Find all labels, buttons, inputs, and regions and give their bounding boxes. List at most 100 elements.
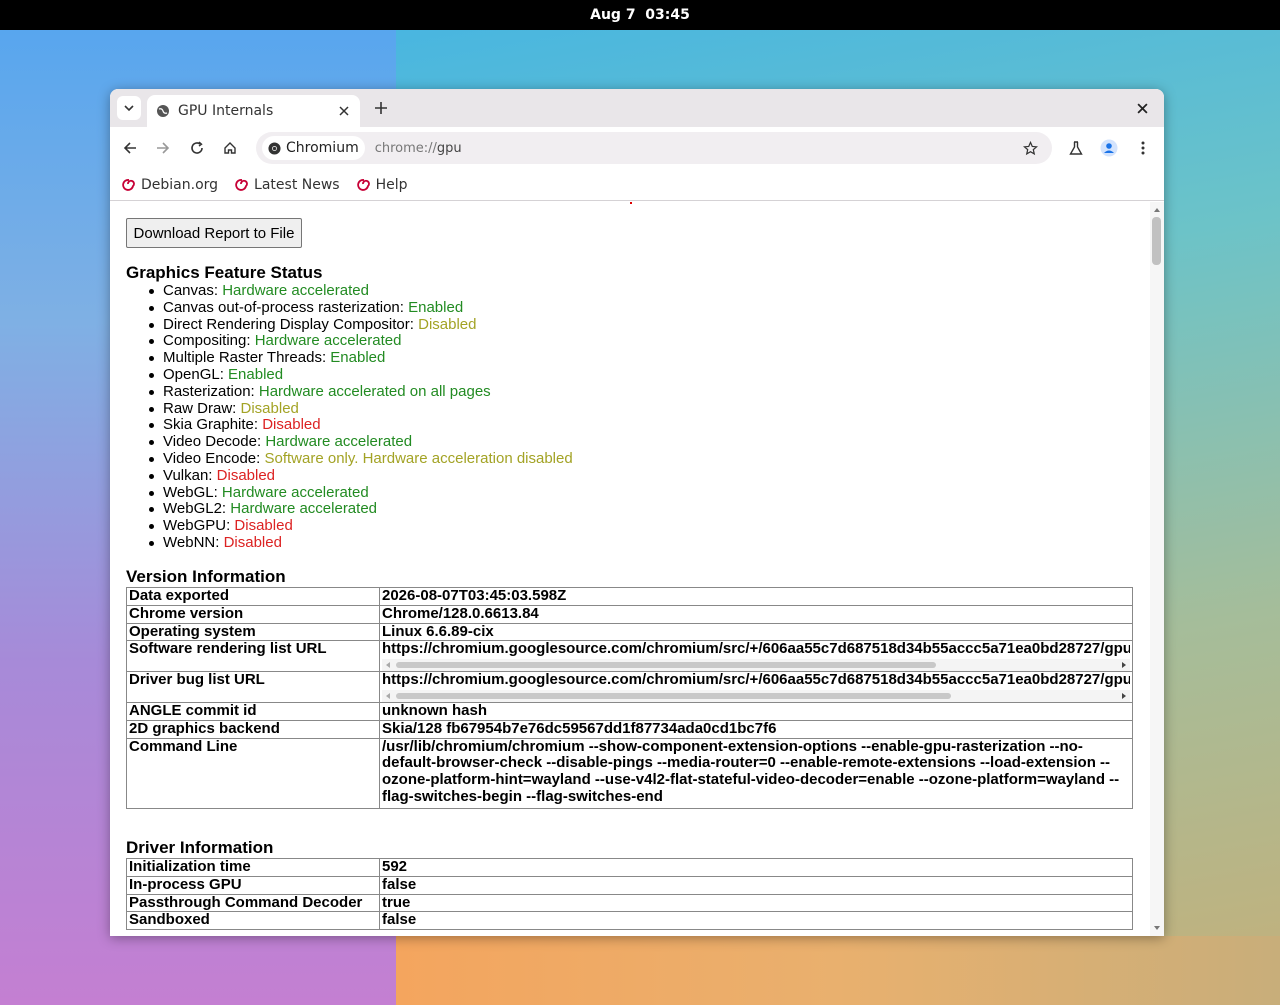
feature-item: Vulkan: Disabled [149, 466, 573, 485]
feature-name: Compositing: [163, 332, 255, 350]
page-content[interactable]: Download Report to File Graphics Feature… [110, 202, 1164, 936]
download-report-button[interactable]: Download Report to File [126, 218, 302, 248]
row-value-scrollable: https://chromium.googlesource.com/chromi… [379, 640, 1133, 673]
scroll-down-arrow-icon[interactable] [1150, 923, 1164, 933]
feature-name: Video Decode: [163, 433, 266, 451]
table-row: Driver bug list URL https://chromium.goo… [126, 671, 1133, 703]
row-key: Software rendering list URL [126, 640, 380, 673]
window-close-button[interactable] [1134, 100, 1150, 116]
scroll-left-arrow-icon[interactable] [384, 661, 392, 669]
scroll-right-arrow-icon[interactable] [1120, 692, 1128, 700]
url-text[interactable]: chrome://gpu [375, 141, 1020, 156]
labs-button[interactable] [1065, 137, 1087, 159]
feature-status-heading: Graphics Feature Status [126, 263, 323, 282]
bookmark-latest-news[interactable]: Latest News [234, 177, 340, 193]
feature-name: Vulkan: [163, 466, 217, 484]
feature-name: WebGPU: [163, 517, 235, 535]
url-path: gpu [436, 140, 462, 156]
debian-swirl-icon [122, 178, 135, 191]
row-value: https://chromium.googlesource.com/chromi… [382, 672, 1130, 689]
scrollbar-thumb[interactable] [396, 662, 936, 669]
omnibox[interactable]: Chromium chrome://gpu [256, 132, 1052, 164]
clock[interactable]: Aug 7 03:45 [590, 7, 690, 23]
tab-search-button[interactable] [117, 96, 141, 120]
scroll-up-arrow-icon[interactable] [1150, 205, 1164, 215]
globe-icon [157, 105, 169, 117]
menu-button[interactable] [1132, 137, 1154, 159]
home-button[interactable] [219, 137, 241, 159]
bookmark-star-button[interactable] [1020, 138, 1040, 158]
profile-button[interactable] [1098, 137, 1120, 159]
table-row: Software rendering list URL https://chro… [126, 640, 1133, 673]
row-key: Chrome version [126, 604, 380, 624]
horizontal-scrollbar[interactable] [382, 659, 1130, 671]
feature-status: Enabled [228, 365, 284, 383]
feature-item: Rasterization: Hardware accelerated on a… [149, 382, 573, 401]
scroll-left-arrow-icon[interactable] [384, 692, 392, 700]
system-top-bar: Aug 7 03:45 [0, 0, 1280, 30]
feature-status: Hardware accelerated on all pages [258, 382, 491, 400]
table-row: ANGLE commit id unknown hash [126, 701, 1133, 721]
avatar-icon [1100, 139, 1118, 157]
row-key: Passthrough Command Decoder [126, 893, 380, 913]
row-key: Operating system [126, 622, 380, 642]
new-tab-button[interactable] [372, 99, 390, 117]
feature-name: Skia Graphite: [163, 416, 263, 434]
feature-name: Multiple Raster Threads: [163, 349, 331, 367]
feature-status: Disabled [418, 315, 477, 333]
row-key: Sandboxed [126, 911, 380, 931]
desktop-background-bottom [396, 936, 1280, 1005]
feature-name: Direct Rendering Display Compositor: [163, 315, 419, 333]
row-value: Linux 6.6.89-cix [379, 622, 1133, 642]
feature-item: Canvas: Hardware accelerated [149, 282, 573, 300]
version-info-table: Data exported 2026-08-07T03:45:03.598Z Ch… [126, 587, 1133, 809]
feature-item: Raw Draw: Disabled [149, 400, 573, 418]
bookmark-label: Latest News [254, 176, 340, 193]
back-button[interactable] [119, 137, 141, 159]
horizontal-scrollbar[interactable] [382, 689, 1130, 702]
feature-name: OpenGL: [163, 365, 229, 383]
row-value: 592 [379, 858, 1133, 877]
feature-status: Hardware accelerated [222, 282, 369, 299]
feature-item: Canvas out-of-process rasterization: Ena… [149, 298, 573, 317]
bookmark-help[interactable]: Help [356, 177, 408, 193]
close-icon [339, 106, 349, 116]
site-info-chip[interactable]: Chromium [262, 136, 365, 160]
row-value: /usr/lib/chromium/chromium --show-compon… [379, 737, 1133, 809]
tab-close-button[interactable] [336, 103, 352, 119]
close-icon [1136, 102, 1148, 114]
vertical-scrollbar[interactable] [1150, 202, 1164, 936]
feature-name: Video Encode: [163, 449, 265, 467]
tab-strip: GPU Internals [110, 89, 1164, 127]
feature-status: Disabled [216, 466, 276, 484]
scroll-right-arrow-icon[interactable] [1120, 661, 1128, 669]
row-key: Driver bug list URL [126, 671, 380, 703]
feature-name: Rasterization: [163, 382, 259, 400]
feature-status: Hardware accelerated [265, 433, 413, 451]
feature-status: Hardware accelerated [254, 332, 402, 350]
table-row: Sandboxed false [126, 911, 1133, 931]
debian-swirl-icon [235, 178, 248, 191]
forward-button[interactable] [152, 137, 174, 159]
tab-gpu-internals[interactable]: GPU Internals [147, 95, 360, 127]
flask-icon [1069, 140, 1083, 155]
reload-button[interactable] [186, 137, 208, 159]
table-row: Chrome version Chrome/128.0.6613.84 [126, 604, 1133, 624]
feature-status-list: Canvas: Hardware accelerated Canvas out-o… [149, 282, 573, 552]
feature-name: WebNN: [163, 533, 224, 551]
bookmark-debian[interactable]: Debian.org [121, 177, 218, 193]
row-value: false [379, 911, 1133, 931]
feature-name: Canvas out-of-process rasterization: [163, 298, 409, 316]
feature-item: OpenGL: Enabled [149, 365, 573, 384]
row-value: unknown hash [379, 701, 1133, 721]
row-value: Skia/128 fb67954b7e76dc59567dd1f87734ada… [379, 719, 1133, 739]
feature-item: Multiple Raster Threads: Enabled [149, 349, 573, 367]
feature-item: Direct Rendering Display Compositor: Dis… [149, 315, 573, 334]
table-row: Operating system Linux 6.6.89-cix [126, 622, 1133, 642]
feature-item: WebGL: Hardware accelerated [149, 484, 573, 502]
scrollbar-thumb[interactable] [396, 692, 951, 699]
scrollbar-thumb[interactable] [1152, 217, 1161, 265]
feature-item: WebNN: Disabled [149, 533, 573, 552]
star-icon [1022, 140, 1038, 155]
driver-info-table: Initialization time 592 In-process GPU fal… [126, 858, 1133, 931]
